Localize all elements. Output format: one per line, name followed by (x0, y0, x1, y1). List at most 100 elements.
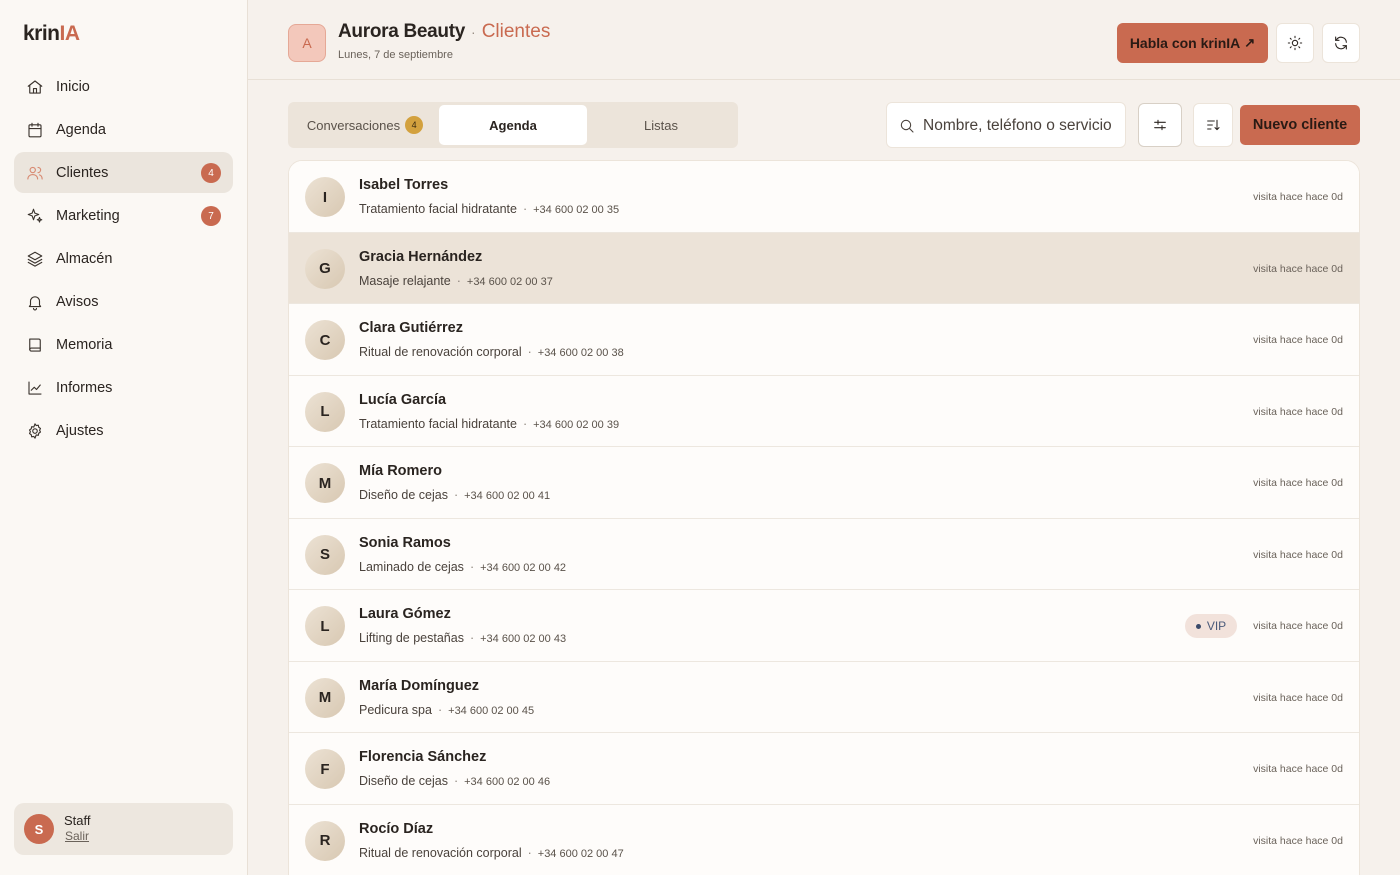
meta-separator: · (453, 488, 459, 502)
client-name: Florencia Sánchez (359, 749, 487, 765)
staff-name: Staff (64, 813, 91, 828)
client-service: Lifting de pestañas (359, 631, 464, 645)
meta-separator: · (522, 202, 528, 216)
sidebar-item-avisos[interactable]: Avisos (14, 281, 233, 322)
client-meta: Diseño de cejas · +34 600 02 00 46 (359, 774, 550, 788)
clientes-count-badge: 4 (201, 163, 221, 183)
logout-link[interactable]: Salir (65, 829, 89, 843)
sidebar-item-memoria[interactable]: Memoria (14, 324, 233, 365)
sidebar-item-agenda[interactable]: Agenda (14, 109, 233, 150)
meta-separator: · (469, 631, 475, 645)
sidebar-item-clientes[interactable]: Clientes 4 (14, 152, 233, 193)
sidebar-item-label: Marketing (56, 207, 120, 224)
last-visit: visita hace hace 0d (1253, 763, 1343, 775)
sparkles-icon (27, 208, 43, 223)
tab-agenda[interactable]: Agenda (439, 105, 587, 145)
avatar: S (305, 534, 345, 575)
app-logo[interactable]: krinIA (23, 22, 80, 46)
meta-separator: · (453, 774, 459, 788)
client-name: Rocío Díaz (359, 820, 434, 837)
new-client-button[interactable]: Nuevo cliente (1240, 105, 1360, 145)
sidebar-item-ajustes[interactable]: Ajustes (14, 410, 233, 451)
search-box (886, 102, 1126, 148)
client-phone: +34 600 02 00 38 (537, 347, 624, 359)
theme-toggle-button[interactable] (1276, 23, 1314, 63)
sidebar-item-label: Ajustes (56, 422, 104, 439)
client-service: Laminado de cejas (359, 559, 464, 574)
sidebar-item-inicio[interactable]: Inicio (14, 66, 233, 107)
staff-card: S Staff Salir (14, 803, 233, 855)
client-name: Sonia Ramos (359, 534, 451, 551)
list-item[interactable]: I Isabel Torres Tratamiento facial hidra… (289, 161, 1359, 233)
search-input[interactable] (923, 115, 1119, 137)
client-name: Mía Romero (359, 463, 442, 479)
client-phone: +34 600 02 00 42 (480, 561, 567, 574)
meta-separator: · (469, 559, 475, 574)
business-name: Aurora Beauty (338, 21, 466, 42)
chart-icon (28, 380, 42, 395)
meta-separator: · (522, 416, 528, 431)
list-item[interactable]: M Mía Romero Diseño de cejas · +34 600 02 … (289, 447, 1359, 519)
sidebar-item-marketing[interactable]: Marketing 7 (14, 195, 233, 236)
list-item[interactable]: L Laura Gómez Lifting de pestañas · +34 60… (289, 590, 1359, 662)
list-item[interactable]: L Lucía García Tratamiento facial hidrat… (289, 375, 1359, 447)
client-meta: Tratamiento facial hidratante · +34 600 02… (359, 417, 619, 431)
client-phone: +34 600 02 00 47 (537, 847, 624, 860)
sidebar-item-label: Clientes (56, 164, 109, 181)
avatar: C (305, 320, 345, 360)
client-phone: +34 600 02 00 41 (464, 490, 551, 502)
client-name: Isabel Torres (359, 177, 449, 193)
sidebar-nav: Inicio Agenda Clientes 4 Marketing 7 Alm… (14, 66, 233, 453)
client-meta: Masaje relajante · +34 600 02 00 37 (359, 274, 553, 288)
sidebar-item-label: Inicio (56, 78, 90, 95)
sidebar-item-almacen[interactable]: Almacén (14, 238, 233, 279)
filter-button[interactable] (1138, 103, 1182, 147)
list-item[interactable]: F Florencia Sánchez Diseño de cejas · +34 … (289, 733, 1359, 805)
list-item[interactable]: S Sonia Ramos Laminado de cejas · +34 600 … (289, 518, 1359, 590)
list-item[interactable]: C Clara Gutiérrez Ritual de renovación c… (289, 304, 1359, 376)
logo-accent: IA (59, 22, 81, 45)
list-item[interactable]: R Rocío Díaz Ritual de renovación corpor… (289, 804, 1359, 875)
client-name: Gracia Hernández (359, 248, 483, 265)
client-name: Clara Gutiérrez (359, 320, 463, 336)
refresh-button[interactable] (1322, 23, 1360, 63)
client-name: Laura Gómez (359, 606, 451, 622)
current-date: Lunes, 7 de septiembre (338, 49, 453, 61)
tab-label: Conversaciones (306, 117, 401, 133)
client-service: Diseño de cejas (359, 774, 448, 788)
last-visit: visita hace hace 0d (1253, 334, 1343, 346)
users-icon (27, 166, 43, 180)
client-phone: +34 600 02 00 43 (480, 633, 567, 645)
sidebar-item-informes[interactable]: Informes (14, 367, 233, 408)
client-service: Tratamiento facial hidratante (359, 416, 517, 431)
sort-icon (1207, 119, 1220, 131)
last-visit: visita hace hace 0d (1253, 191, 1343, 203)
client-service: Masaje relajante (359, 273, 451, 288)
tab-conversaciones[interactable]: Conversaciones 4 (291, 105, 439, 145)
last-visit: visita hace hace 0d (1253, 477, 1343, 489)
book-icon (29, 337, 41, 352)
tab-listas[interactable]: Listas (587, 105, 735, 145)
meta-separator: · (527, 845, 532, 860)
client-phone: +34 600 02 00 37 (466, 275, 553, 288)
last-visit: visita hace hace 0d (1253, 691, 1343, 704)
tab-label: Agenda (489, 117, 537, 133)
sidebar-item-label: Agenda (56, 121, 106, 138)
sliders-icon (1154, 119, 1166, 131)
talk-to-krinia-button[interactable]: Habla con krinIA ↗ (1117, 23, 1268, 63)
last-visit: visita hace hace 0d (1253, 405, 1343, 418)
client-meta: Laminado de cejas · +34 600 02 00 42 (359, 560, 566, 574)
talk-button-label: Habla con krinIA (1129, 35, 1241, 51)
list-item[interactable]: G Gracia Hernández Masaje relajante · +34 … (289, 232, 1359, 304)
sort-button[interactable] (1193, 103, 1233, 147)
layers-icon (27, 251, 43, 267)
page-header: A Aurora Beauty · Clientes Lunes, 7 de sep… (248, 0, 1400, 80)
client-meta: Diseño de cejas · +34 600 02 00 41 (359, 488, 550, 502)
vip-label: VIP (1206, 619, 1227, 633)
list-item[interactable]: M María Domínguez Pedicura spa · +34 600 0… (289, 661, 1359, 733)
client-meta: Pedicura spa · +34 600 02 00 45 (359, 703, 534, 717)
conversations-count-badge: 4 (405, 116, 424, 134)
sidebar-item-label: Memoria (56, 336, 113, 353)
sidebar-item-label: Almacén (56, 250, 113, 267)
gear-icon (28, 422, 42, 439)
